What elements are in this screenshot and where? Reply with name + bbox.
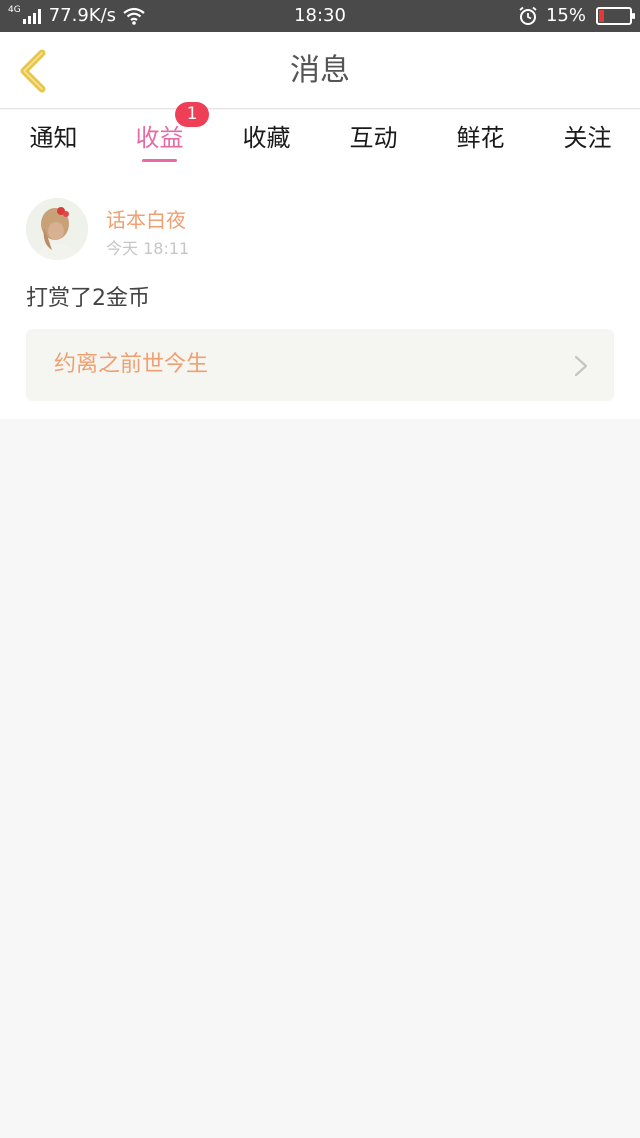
user-name[interactable]: 话本白夜 — [106, 204, 186, 233]
alarm-icon — [519, 6, 537, 25]
tab-label: 关注 — [563, 124, 612, 152]
battery-icon — [596, 7, 635, 25]
tab-bar: 通知 收益 1 收藏 互动 鲜花 关注 — [0, 102, 640, 170]
tab-label: 收益 — [135, 124, 184, 152]
battery-percent: 15% — [545, 5, 586, 26]
tab-earnings[interactable]: 收益 1 — [106, 102, 213, 170]
tab-label: 通知 — [29, 124, 78, 152]
tab-interactions[interactable]: 互动 — [320, 110, 427, 170]
tab-favorites[interactable]: 收藏 — [213, 110, 320, 170]
status-right: 15% — [518, 0, 635, 32]
timestamp: 今天 18:11 — [106, 239, 190, 258]
active-tab-indicator — [142, 159, 177, 162]
header: 消息 — [0, 32, 640, 109]
status-bar: 4G 77.9K/s 18:30 15% — [0, 0, 640, 32]
user-portrait — [26, 198, 88, 260]
battery-level — [599, 10, 604, 22]
tab-notifications[interactable]: 通知 — [0, 110, 107, 170]
chevron-right-icon — [574, 355, 588, 377]
book-link[interactable]: 约离之前世今生 — [26, 329, 614, 401]
message-card: 话本白夜 今天 18:11 打赏了2金币 约离之前世今生 — [0, 170, 640, 419]
tab-label: 互动 — [349, 124, 398, 152]
page-title: 消息 — [290, 53, 350, 88]
tab-flowers[interactable]: 鲜花 — [427, 110, 534, 170]
message-text: 打赏了2金币 — [26, 286, 150, 311]
tab-label: 鲜花 — [456, 124, 505, 152]
unread-badge: 1 — [175, 102, 209, 127]
tab-label: 收藏 — [242, 124, 291, 152]
avatar[interactable] — [26, 198, 88, 260]
book-title: 约离之前世今生 — [54, 352, 209, 377]
tab-following[interactable]: 关注 — [534, 110, 640, 170]
